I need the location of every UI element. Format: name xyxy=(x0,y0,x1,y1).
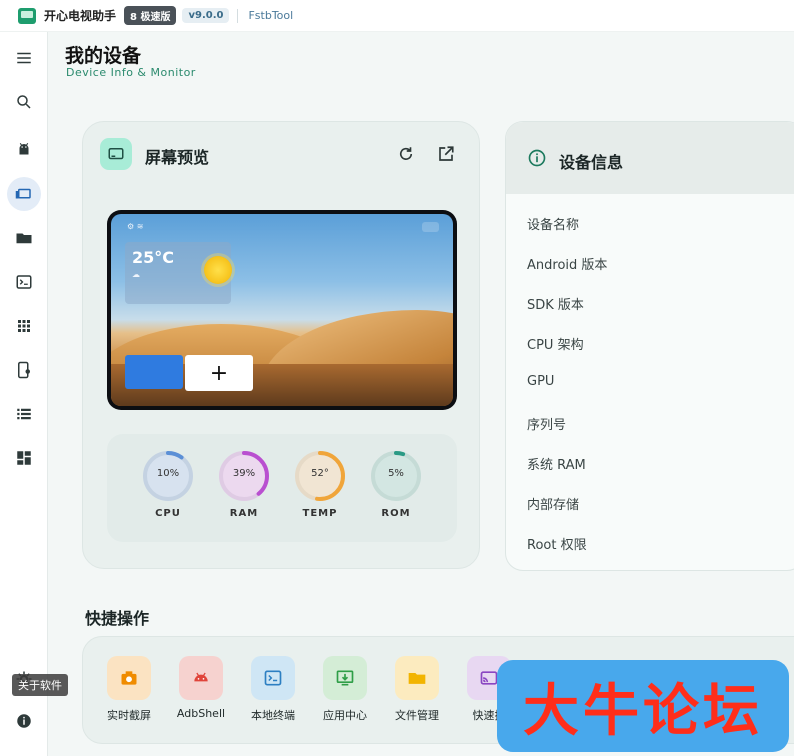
watermark-text: 大牛论坛 xyxy=(523,678,763,744)
tv-app-tile xyxy=(125,355,183,389)
quick-action-label: AdbShell xyxy=(176,707,226,720)
version-badge: v9.0.0 xyxy=(182,8,230,23)
quick-action-local-terminal[interactable]: 本地终端 xyxy=(243,656,303,723)
screen-icon xyxy=(100,138,132,170)
stat-temp: 52° TEMP xyxy=(292,450,348,519)
edition-badge: 8 极速版 xyxy=(124,6,177,25)
about-button[interactable] xyxy=(7,704,41,738)
quick-actions-title: 快捷操作 xyxy=(85,609,150,628)
tv-clock xyxy=(422,222,439,232)
temp-value: 52° xyxy=(311,468,329,479)
rom-label: ROM xyxy=(381,508,411,519)
list-icon xyxy=(17,408,31,420)
sidebar-item-device-settings[interactable] xyxy=(7,353,41,387)
stat-cpu: 10% CPU xyxy=(140,450,196,519)
info-row-gpu: GPU xyxy=(527,374,555,389)
dashboard-icon xyxy=(17,451,31,465)
weather-widget: 25°C ☁ xyxy=(125,242,232,304)
search-icon xyxy=(17,95,31,109)
quick-action-label: 实时截屏 xyxy=(107,709,151,722)
sidebar xyxy=(0,32,48,756)
terminal-icon xyxy=(251,656,295,700)
info-row-device-name: 设备名称 xyxy=(527,218,580,233)
tv-status-icons: ⚙ ≋ xyxy=(127,222,144,231)
refresh-button[interactable] xyxy=(396,144,416,164)
refresh-icon xyxy=(399,147,413,160)
weather-icon: ☁ xyxy=(132,270,140,279)
info-row-android-version: Android 版本 xyxy=(527,258,608,273)
cpu-label: CPU xyxy=(155,508,181,519)
quick-action-adbshell[interactable]: AdbShell xyxy=(171,656,231,720)
open-external-button[interactable] xyxy=(436,144,456,164)
sidebar-item-list[interactable] xyxy=(7,397,41,431)
sidebar-item-devices[interactable] xyxy=(7,177,41,211)
page-title: 我的设备 xyxy=(65,45,142,67)
sidebar-item-search[interactable] xyxy=(7,85,41,119)
resource-stats: 10% CPU 39% RAM 52° TEMP 5% ROM xyxy=(107,434,457,542)
quick-action-app-center[interactable]: 应用中心 xyxy=(315,656,375,723)
android-icon xyxy=(19,142,29,155)
quick-action-label: 应用中心 xyxy=(323,709,367,722)
info-row-root: Root 权限 xyxy=(527,538,587,553)
cpu-value: 10% xyxy=(156,468,180,479)
title-divider xyxy=(237,8,239,23)
sidebar-item-android[interactable] xyxy=(7,133,41,167)
about-tooltip: 关于软件 xyxy=(12,674,68,696)
device-info-card: 设备信息 设备名称 Android 版本 SDK 版本 CPU 架构 GPU 序… xyxy=(505,121,794,571)
info-row-sdk-version: SDK 版本 xyxy=(527,298,584,313)
device-settings-icon xyxy=(18,361,30,379)
device-info-title: 设备信息 xyxy=(559,153,624,172)
watermark-logo: 大牛论坛 xyxy=(497,660,789,752)
info-row-internal-storage: 内部存储 xyxy=(527,498,580,513)
fstbtool-link[interactable]: FstbTool xyxy=(248,9,293,22)
info-icon xyxy=(17,714,31,728)
folder-icon xyxy=(395,656,439,700)
tv-screen: ⚙ ≋ 25°C ☁ + xyxy=(111,214,453,406)
download-icon xyxy=(323,656,367,700)
menu-button[interactable] xyxy=(7,41,41,75)
tv-add-tile: + xyxy=(185,355,253,391)
quick-action-screenshot[interactable]: 实时截屏 xyxy=(99,656,159,723)
quick-action-file-manager[interactable]: 文件管理 xyxy=(387,656,447,723)
app-title: 开心电视助手 xyxy=(44,9,117,23)
menu-icon xyxy=(17,52,31,64)
temp-label: TEMP xyxy=(302,508,338,519)
quick-action-label: 文件管理 xyxy=(395,709,439,722)
title-bar: 开心电视助手 8 极速版 v9.0.0 FstbTool xyxy=(0,0,794,32)
info-circle-icon xyxy=(528,149,546,167)
device-info-header: 设备信息 xyxy=(506,122,794,194)
screen-preview-card: 屏幕预览 ⚙ ≋ 25°C ☁ + 10% CPU 39% RAM 52° TE… xyxy=(82,121,480,569)
camera-icon xyxy=(107,656,151,700)
info-row-serial: 序列号 xyxy=(527,418,567,433)
weather-temp: 25°C xyxy=(132,248,175,267)
sidebar-item-apps[interactable] xyxy=(7,309,41,343)
quick-action-label: 本地终端 xyxy=(251,709,295,722)
preview-title: 屏幕预览 xyxy=(145,148,210,167)
open-external-icon xyxy=(439,146,454,161)
app-logo-icon xyxy=(18,7,36,24)
folder-icon xyxy=(16,233,32,244)
stat-ram: 39% RAM xyxy=(216,450,272,519)
terminal-icon xyxy=(16,275,32,289)
ram-value: 39% xyxy=(232,468,256,479)
sidebar-item-dashboard[interactable] xyxy=(7,441,41,475)
tv-screen-preview[interactable]: ⚙ ≋ 25°C ☁ + xyxy=(107,210,457,410)
devices-icon xyxy=(15,188,31,199)
sidebar-item-files[interactable] xyxy=(7,221,41,255)
page-subtitle: Device Info & Monitor xyxy=(66,66,196,79)
sidebar-item-terminal[interactable] xyxy=(7,265,41,299)
stat-rom: 5% ROM xyxy=(368,450,424,519)
info-row-system-ram: 系统 RAM xyxy=(527,458,586,473)
android-icon xyxy=(179,656,223,700)
ram-label: RAM xyxy=(229,508,259,519)
sun-icon xyxy=(204,256,232,284)
apps-grid-icon xyxy=(18,320,30,332)
info-row-cpu-arch: CPU 架构 xyxy=(527,338,584,353)
rom-value: 5% xyxy=(388,468,404,479)
